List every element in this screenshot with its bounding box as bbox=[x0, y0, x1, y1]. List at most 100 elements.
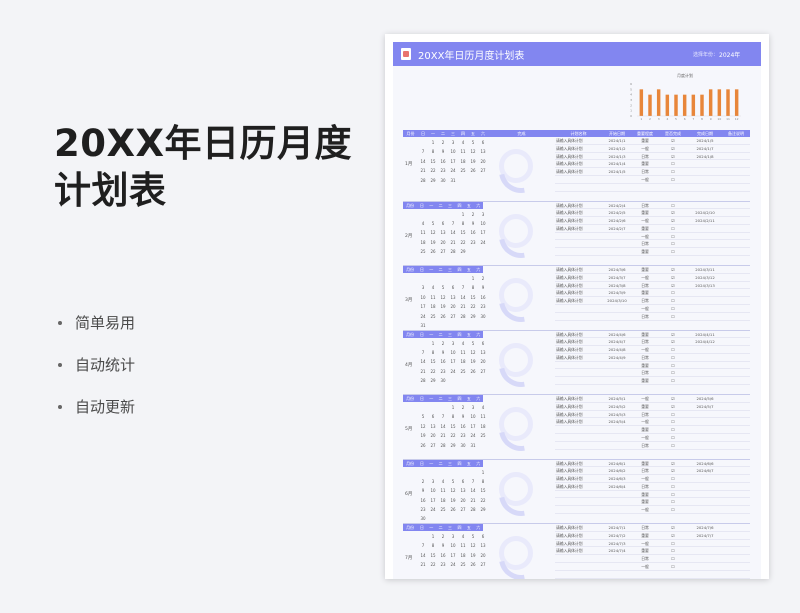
plan-name-cell[interactable] bbox=[555, 377, 602, 384]
done-checkbox[interactable]: ☐ bbox=[658, 555, 688, 562]
plan-finish-cell[interactable] bbox=[688, 369, 722, 376]
plan-finish-cell[interactable] bbox=[688, 184, 722, 191]
plan-name-cell[interactable]: 请输入具体计划 bbox=[555, 289, 602, 296]
plan-finish-cell[interactable] bbox=[688, 289, 722, 296]
plan-note-cell[interactable] bbox=[722, 571, 750, 578]
done-checkbox[interactable]: ☐ bbox=[658, 483, 688, 490]
plan-name-cell[interactable]: 请输入具体计划 bbox=[555, 217, 602, 224]
plan-level-cell[interactable]: 一般 bbox=[632, 274, 658, 281]
plan-finish-cell[interactable] bbox=[688, 483, 722, 490]
done-checkbox[interactable]: ☐ bbox=[658, 540, 688, 547]
plan-name-cell[interactable]: 请输入具体计划 bbox=[555, 209, 602, 216]
done-checkbox[interactable]: ☑ bbox=[658, 532, 688, 539]
plan-name-cell[interactable]: 请输入具体计划 bbox=[555, 532, 602, 539]
plan-start-cell[interactable]: 2024/1/4 bbox=[602, 160, 632, 167]
plan-finish-cell[interactable] bbox=[688, 362, 722, 369]
plan-finish-cell[interactable]: 2024/2/10 bbox=[688, 209, 722, 216]
plan-level-cell[interactable]: 日常 bbox=[632, 202, 658, 209]
done-checkbox[interactable]: ☐ bbox=[658, 240, 688, 247]
plan-name-cell[interactable]: 请输入具体计划 bbox=[555, 467, 602, 474]
plan-start-cell[interactable]: 2024/6/2 bbox=[602, 467, 632, 474]
plan-name-cell[interactable]: 请输入具体计划 bbox=[555, 547, 602, 554]
plan-start-cell[interactable]: 2024/1/2 bbox=[602, 145, 632, 152]
plan-start-cell[interactable]: 2024/2/7 bbox=[602, 225, 632, 232]
plan-finish-cell[interactable] bbox=[688, 377, 722, 384]
plan-note-cell[interactable] bbox=[722, 202, 750, 209]
plan-note-cell[interactable] bbox=[722, 506, 750, 513]
plan-level-cell[interactable]: 日常 bbox=[632, 555, 658, 562]
plan-note-cell[interactable] bbox=[722, 240, 750, 247]
plan-level-cell[interactable]: 一般 bbox=[632, 475, 658, 482]
plan-note-cell[interactable] bbox=[722, 331, 750, 338]
plan-name-cell[interactable]: 请输入具体计划 bbox=[555, 346, 602, 353]
plan-finish-cell[interactable] bbox=[688, 547, 722, 554]
plan-note-cell[interactable] bbox=[722, 274, 750, 281]
plan-finish-cell[interactable]: 2024/1/8 bbox=[688, 153, 722, 160]
plan-level-cell[interactable]: 重要 bbox=[632, 331, 658, 338]
plan-finish-cell[interactable] bbox=[688, 475, 722, 482]
plan-level-cell[interactable]: 一般 bbox=[632, 563, 658, 570]
done-checkbox[interactable]: ☐ bbox=[658, 297, 688, 304]
done-checkbox[interactable]: ☐ bbox=[658, 369, 688, 376]
plan-name-cell[interactable] bbox=[555, 305, 602, 312]
plan-start-cell[interactable]: 2024/7/1 bbox=[602, 524, 632, 531]
plan-finish-cell[interactable] bbox=[688, 240, 722, 247]
plan-name-cell[interactable] bbox=[555, 184, 602, 191]
plan-name-cell[interactable] bbox=[555, 426, 602, 433]
done-checkbox[interactable]: ☐ bbox=[658, 362, 688, 369]
plan-start-cell[interactable] bbox=[602, 176, 632, 183]
plan-start-cell[interactable]: 2024/3/7 bbox=[602, 274, 632, 281]
plan-note-cell[interactable] bbox=[722, 209, 750, 216]
plan-start-cell[interactable]: 2024/2/4 bbox=[602, 202, 632, 209]
done-checkbox[interactable]: ☐ bbox=[658, 346, 688, 353]
plan-start-cell[interactable] bbox=[602, 305, 632, 312]
plan-start-cell[interactable]: 2024/6/1 bbox=[602, 460, 632, 467]
plan-note-cell[interactable] bbox=[722, 225, 750, 232]
plan-note-cell[interactable] bbox=[722, 338, 750, 345]
plan-name-cell[interactable]: 请输入具体计划 bbox=[555, 153, 602, 160]
plan-finish-cell[interactable] bbox=[688, 498, 722, 505]
plan-note-cell[interactable] bbox=[722, 282, 750, 289]
plan-note-cell[interactable] bbox=[722, 184, 750, 191]
plan-level-cell[interactable]: 一般 bbox=[632, 540, 658, 547]
plan-name-cell[interactable]: 请输入具体计划 bbox=[555, 145, 602, 152]
plan-start-cell[interactable] bbox=[602, 362, 632, 369]
plan-note-cell[interactable] bbox=[722, 491, 750, 498]
plan-start-cell[interactable] bbox=[602, 313, 632, 320]
done-checkbox[interactable]: ☐ bbox=[658, 377, 688, 384]
plan-level-cell[interactable]: 日常 bbox=[632, 369, 658, 376]
plan-finish-cell[interactable]: 2024/3/13 bbox=[688, 282, 722, 289]
plan-finish-cell[interactable] bbox=[688, 160, 722, 167]
plan-name-cell[interactable] bbox=[555, 176, 602, 183]
plan-start-cell[interactable]: 2024/7/2 bbox=[602, 532, 632, 539]
done-checkbox[interactable]: ☑ bbox=[658, 395, 688, 402]
plan-level-cell[interactable]: 日常 bbox=[632, 524, 658, 531]
plan-finish-cell[interactable] bbox=[688, 176, 722, 183]
year-selector[interactable]: 2024年 bbox=[719, 50, 740, 59]
plan-level-cell[interactable]: 一般 bbox=[632, 506, 658, 513]
done-checkbox[interactable]: ☑ bbox=[658, 217, 688, 224]
plan-level-cell[interactable]: 日常 bbox=[632, 338, 658, 345]
plan-start-cell[interactable]: 2024/2/6 bbox=[602, 217, 632, 224]
plan-start-cell[interactable]: 2024/1/5 bbox=[602, 168, 632, 175]
plan-level-cell[interactable]: 日常 bbox=[632, 467, 658, 474]
plan-note-cell[interactable] bbox=[722, 403, 750, 410]
plan-name-cell[interactable]: 请输入具体计划 bbox=[555, 274, 602, 281]
plan-name-cell[interactable]: 请输入具体计划 bbox=[555, 137, 602, 144]
plan-start-cell[interactable]: 2024/3/10 bbox=[602, 297, 632, 304]
plan-name-cell[interactable]: 请输入具体计划 bbox=[555, 331, 602, 338]
done-checkbox[interactable]: ☐ bbox=[658, 354, 688, 361]
plan-level-cell[interactable]: 重要 bbox=[632, 377, 658, 384]
plan-level-cell[interactable]: 日常 bbox=[632, 313, 658, 320]
plan-note-cell[interactable] bbox=[722, 395, 750, 402]
plan-finish-cell[interactable] bbox=[688, 434, 722, 441]
plan-note-cell[interactable] bbox=[722, 555, 750, 562]
done-checkbox[interactable]: ☑ bbox=[658, 153, 688, 160]
plan-start-cell[interactable]: 2024/7/3 bbox=[602, 540, 632, 547]
plan-start-cell[interactable] bbox=[602, 377, 632, 384]
plan-start-cell[interactable] bbox=[602, 498, 632, 505]
plan-note-cell[interactable] bbox=[722, 418, 750, 425]
done-checkbox[interactable]: ☑ bbox=[658, 524, 688, 531]
done-checkbox[interactable]: ☑ bbox=[658, 209, 688, 216]
plan-level-cell[interactable]: 一般 bbox=[632, 217, 658, 224]
